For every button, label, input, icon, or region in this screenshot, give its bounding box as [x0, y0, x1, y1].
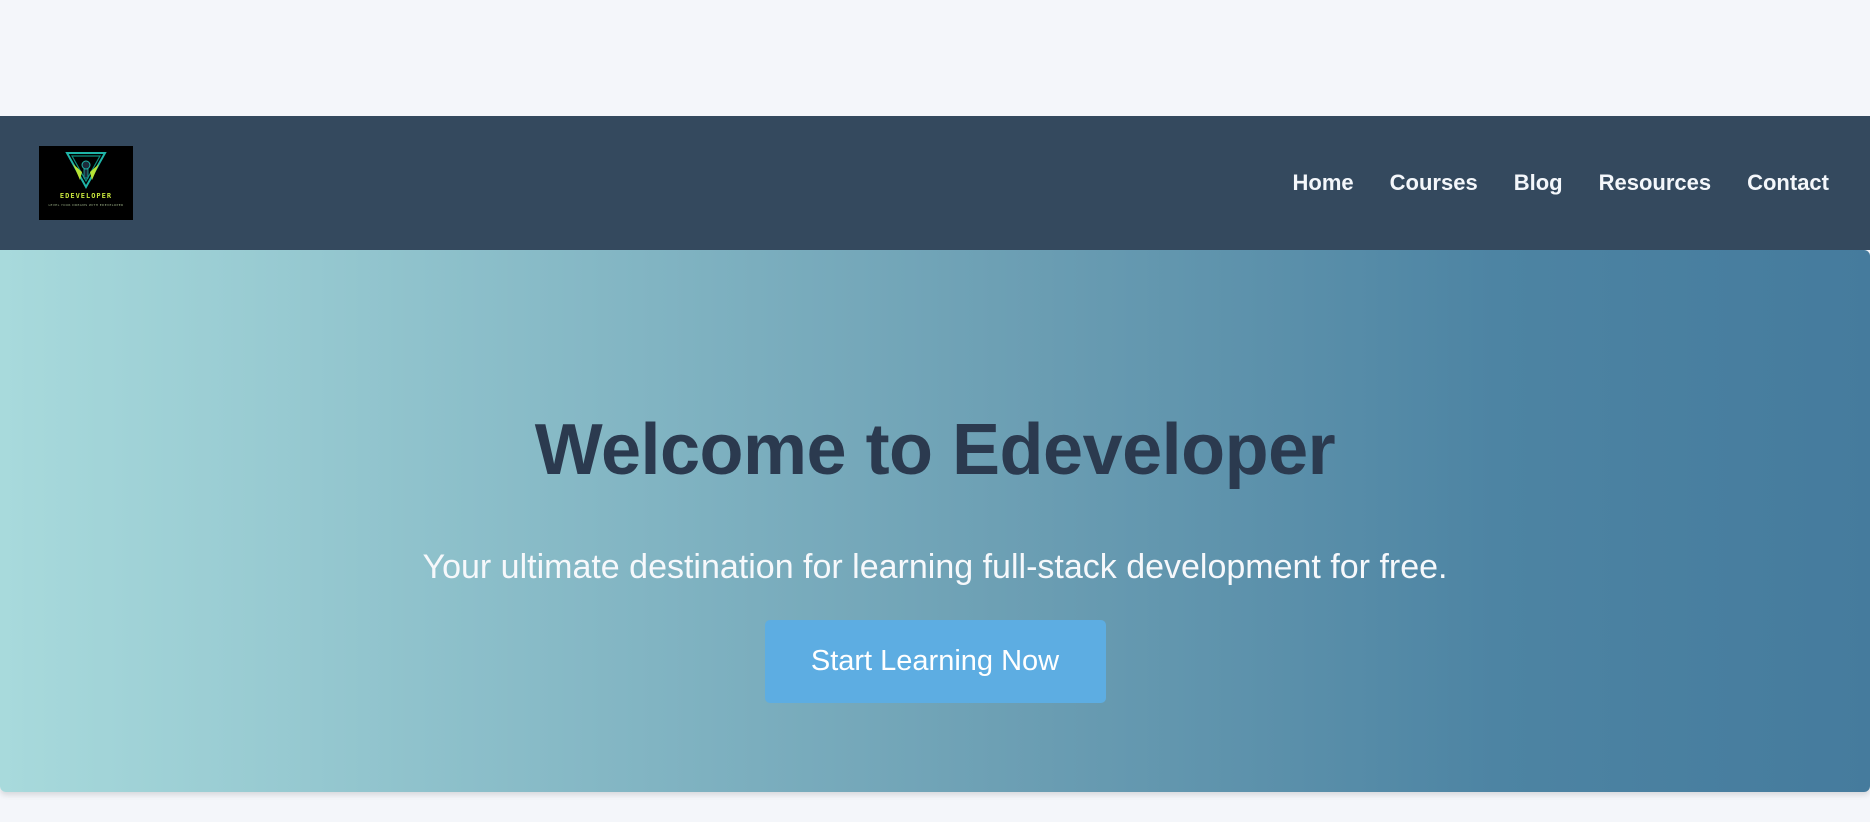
main-nav: Home Courses Blog Resources Contact: [1293, 170, 1829, 196]
developer-emblem-icon: [65, 152, 107, 190]
nav-link-blog[interactable]: Blog: [1514, 170, 1563, 196]
logo-brand-text: EDEVELOPER: [59, 192, 113, 200]
navbar: EDEVELOPER LEVEL YOUR DREAMS WITH EDEVEL…: [0, 116, 1870, 250]
nav-link-contact[interactable]: Contact: [1747, 170, 1829, 196]
nav-link-resources[interactable]: Resources: [1599, 170, 1712, 196]
hero-subtitle: Your ultimate destination for learning f…: [422, 548, 1448, 586]
hero-title: Welcome to Edeveloper: [534, 410, 1336, 490]
logo-tagline: LEVEL YOUR DREAMS WITH EDEVELOPER: [48, 203, 124, 207]
hero-section: Welcome to Edeveloper Your ultimate dest…: [0, 250, 1870, 792]
site-logo[interactable]: EDEVELOPER LEVEL YOUR DREAMS WITH EDEVEL…: [39, 146, 133, 220]
nav-link-home[interactable]: Home: [1293, 170, 1354, 196]
start-learning-button[interactable]: Start Learning Now: [764, 620, 1106, 703]
nav-link-courses[interactable]: Courses: [1390, 170, 1478, 196]
top-spacer: [0, 0, 1870, 116]
